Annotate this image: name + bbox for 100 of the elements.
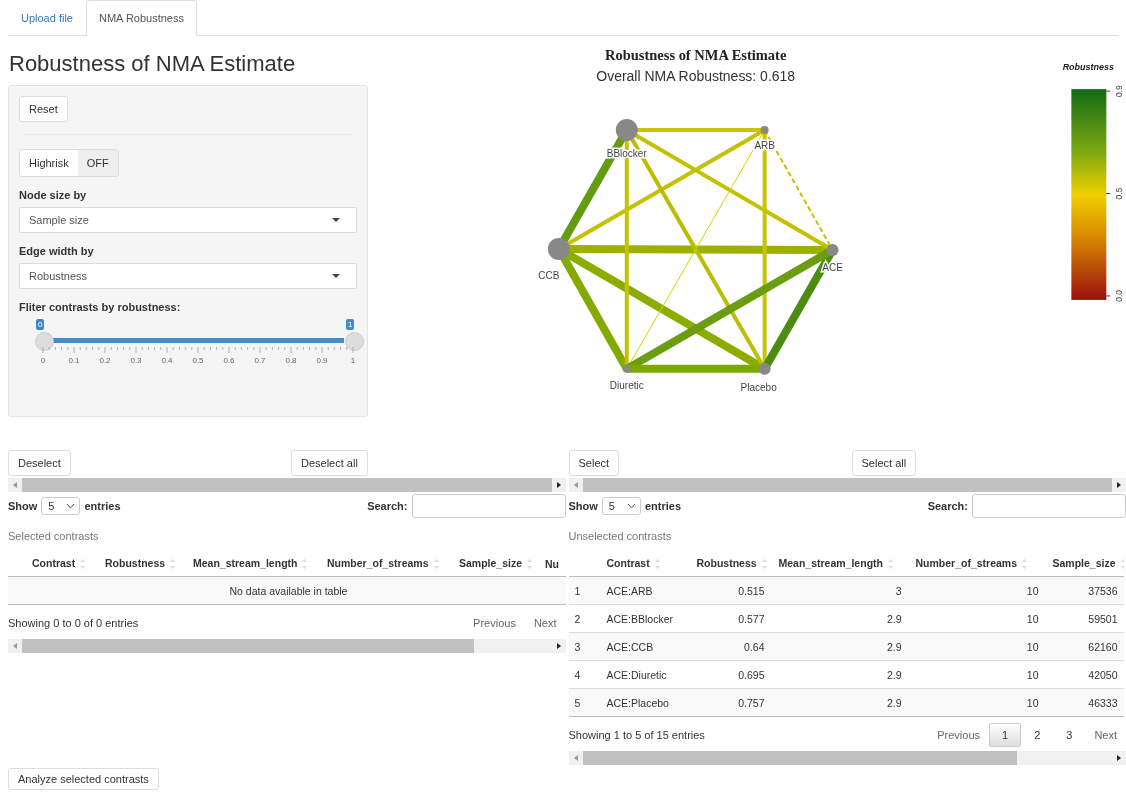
network-node	[547, 238, 570, 260]
edge-width-select[interactable]: Robustness	[19, 263, 357, 289]
page-title: Robustness of NMA Estimate	[9, 51, 297, 78]
network-node	[622, 364, 631, 373]
field-label: Fliter contrasts by robustness:	[19, 301, 182, 313]
column-header[interactable]: Mean_stream_length	[778, 551, 916, 577]
select-all-button[interactable]: Deselect all	[291, 450, 368, 476]
search-label: Search:	[927, 500, 968, 512]
scrollbar[interactable]	[568, 751, 1126, 766]
pagination-link[interactable]: 1	[989, 723, 1022, 748]
slider-handle[interactable]	[345, 332, 364, 351]
column-header[interactable]: Nu	[545, 551, 566, 577]
node-label: CCB	[538, 269, 560, 281]
legend-tick-label: 0.9	[1114, 85, 1124, 97]
analyze-button[interactable]: Analyze selected contrasts	[8, 768, 159, 791]
column-header[interactable]: Robustness	[682, 551, 779, 577]
table-cell: 62160	[1052, 632, 1124, 661]
column-header[interactable]: Sample_size	[1052, 551, 1124, 577]
field-label: Edge width by	[19, 245, 95, 257]
table-cell: ACE:ARB	[598, 576, 683, 605]
page-size-select[interactable]: 5	[601, 497, 641, 515]
tick-label: 1	[349, 356, 357, 365]
chart-subtitle: Overall NMA Robustness: 0.618	[596, 68, 795, 85]
highrisk-toggle[interactable]: Highrisk OFF	[19, 149, 119, 177]
column-header[interactable]: Mean_stream_length	[193, 551, 327, 577]
table-cell: 46333	[1052, 688, 1124, 717]
show-label: Show	[8, 500, 38, 512]
select-button[interactable]: Deselect	[8, 450, 71, 476]
pagination-link[interactable]: Next	[1085, 723, 1126, 748]
pagination-link[interactable]: Previous	[928, 723, 989, 748]
tab[interactable]: NMA Robustness	[86, 0, 197, 36]
sort-icon	[761, 558, 767, 571]
table-caption: Selected contrasts	[8, 530, 100, 542]
table-info: Showing 0 to 0 of 0 entries	[8, 617, 139, 630]
search-field[interactable]	[972, 494, 1126, 518]
sort-icon	[433, 558, 439, 571]
node-label: Diuretic	[609, 379, 644, 391]
search-label: Search:	[367, 500, 408, 512]
column-header[interactable]: Number_of_streams	[915, 551, 1053, 577]
sort-icon	[527, 558, 533, 571]
table-cell: ACE:Placebo	[598, 688, 683, 717]
network-node	[760, 126, 769, 135]
reset-button[interactable]: Reset	[19, 96, 68, 122]
slider-handle[interactable]	[35, 332, 54, 351]
scrollbar[interactable]	[8, 639, 566, 654]
sort-icon	[654, 558, 660, 571]
tick-label: 0.5	[191, 356, 205, 365]
slider-value: 0	[36, 319, 45, 330]
scrollbar[interactable]	[568, 478, 1126, 492]
table-cell: 3	[568, 632, 599, 661]
pagination-link[interactable]: 3	[1053, 723, 1086, 748]
column-header[interactable]: Contrast	[8, 551, 105, 577]
table-cell: ACE:CCB	[598, 632, 683, 661]
tick-label: 0.3	[129, 356, 143, 365]
slider-value: 1	[346, 319, 355, 330]
table-cell: 2.9	[778, 632, 916, 661]
tick-label: 0.7	[253, 356, 267, 365]
table-cell: 0.64	[682, 632, 779, 661]
select-all-button[interactable]: Select all	[851, 450, 917, 476]
pagination-link[interactable]: Previous	[464, 611, 525, 636]
table-info: Showing 1 to 5 of 15 entries	[568, 729, 705, 742]
page-size-select[interactable]: 5	[41, 497, 81, 515]
tick-label: 0	[39, 356, 47, 365]
table-cell: 0.757	[682, 688, 779, 717]
table-cell: 10	[915, 576, 1053, 605]
entries-label: entries	[84, 500, 121, 512]
table-cell: 3	[778, 576, 916, 605]
pagination-link[interactable]: 2	[1021, 723, 1054, 748]
sort-icon	[1022, 558, 1028, 571]
table-cell: 10	[915, 632, 1053, 661]
legend-tick-label: 0.0	[1114, 290, 1124, 302]
tick-label: 0.2	[98, 356, 112, 365]
table-cell: 5	[568, 688, 599, 717]
network-node	[615, 119, 638, 142]
table-cell: 2.9	[778, 688, 916, 717]
scrollbar[interactable]	[8, 478, 566, 492]
sort-icon	[302, 558, 308, 571]
column-header[interactable]: Number_of_streams	[327, 551, 459, 577]
search-field[interactable]	[411, 494, 566, 518]
tick-label: 0.1	[67, 356, 81, 365]
column-header[interactable]: Sample_size	[459, 551, 545, 577]
tab[interactable]: Upload file	[8, 0, 86, 35]
tick-label: 0.8	[284, 356, 298, 365]
legend-tick-label: 0.5	[1114, 187, 1124, 200]
column-header[interactable]: Robustness	[105, 551, 193, 577]
show-label: Show	[568, 500, 598, 512]
network-node	[758, 362, 771, 375]
tick-label: 0.6	[222, 356, 236, 365]
column-header[interactable]: Contrast	[598, 551, 683, 577]
chart-title: Robustness of NMA Estimate	[604, 47, 787, 64]
select-button[interactable]: Select	[568, 450, 620, 476]
tick-label: 0.4	[160, 356, 174, 365]
table-cell: 0.515	[682, 576, 779, 605]
chevron-icon	[66, 503, 76, 509]
table-caption: Unselected contrasts	[568, 530, 673, 542]
entries-label: entries	[644, 500, 682, 512]
node-size-select[interactable]: Sample size	[19, 207, 357, 233]
pagination-link[interactable]: Next	[524, 611, 566, 636]
node-label: Placebo	[740, 381, 777, 393]
network-node	[826, 244, 839, 256]
